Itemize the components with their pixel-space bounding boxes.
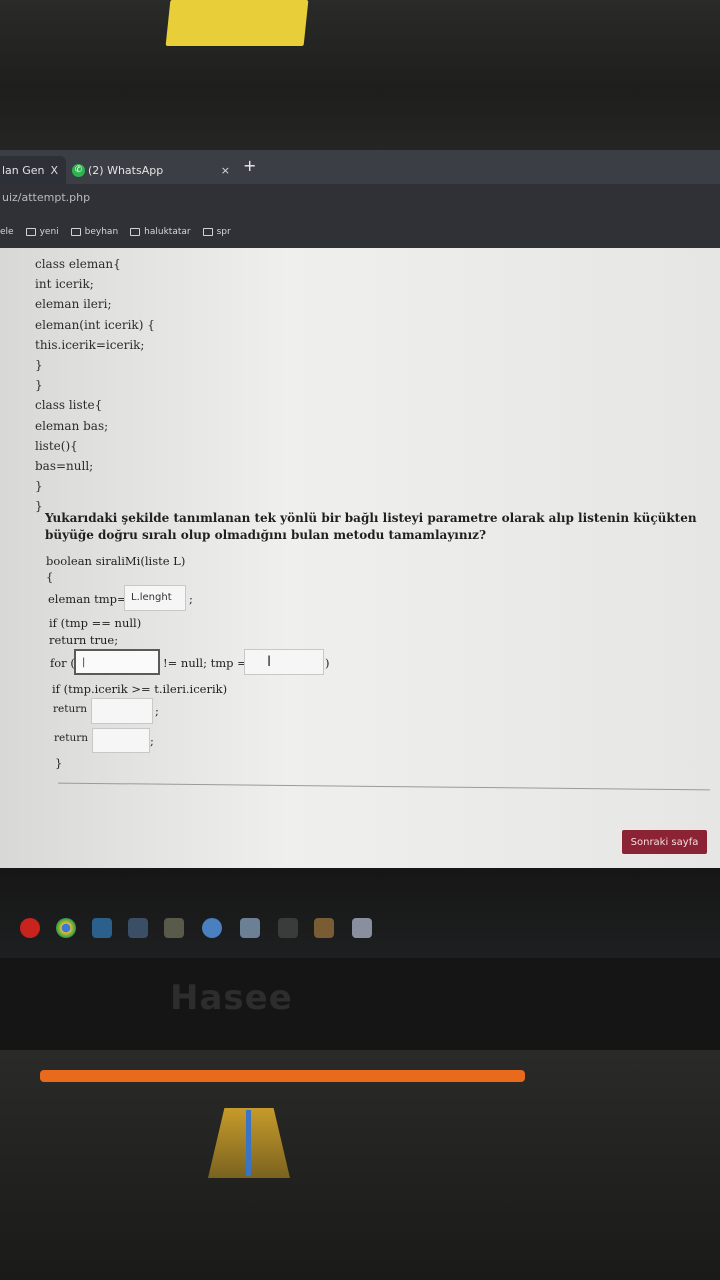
quiz-page: class eleman{ int icerik; eleman ileri; … <box>0 248 720 868</box>
app-icon[interactable] <box>352 918 372 938</box>
code-line: } <box>35 378 43 393</box>
code-line: liste(){ <box>35 438 78 453</box>
laptop-body <box>0 1050 720 1280</box>
for-middle: != null; tmp = <box>163 656 247 670</box>
code-line: this.icerik=icerik; <box>35 337 145 352</box>
tab-whatsapp[interactable]: ✆ (2) WhatsApp × <box>68 156 238 184</box>
bookmark-label: yeni <box>39 227 59 237</box>
laptop-brand-logo: Hasee <box>170 978 293 1018</box>
for-prefix: for ( <box>50 656 75 670</box>
new-tab-button[interactable]: + <box>243 156 256 175</box>
browser-tab-bar: lan Gen X ✆ (2) WhatsApp × + <box>0 150 720 184</box>
blank-3-input[interactable]: I <box>244 649 324 675</box>
code-line: class eleman{ <box>35 257 121 271</box>
app-icon[interactable] <box>202 918 222 938</box>
bookmark-label: beyhan <box>84 227 119 237</box>
close-icon[interactable]: X <box>50 164 58 177</box>
monitor-top-bezel <box>0 0 720 150</box>
bookmark-label: haluktatar <box>144 227 191 237</box>
url-text: uiz/attempt.php <box>2 191 91 204</box>
tab-label: (2) WhatsApp <box>88 163 164 177</box>
yellow-tape <box>165 0 309 46</box>
bookmarks-bar: ele yeni beyhan haluktatar spr <box>0 214 720 250</box>
orange-light-strip <box>40 1070 525 1082</box>
close-brace: } <box>55 756 63 770</box>
blank-5-input[interactable] <box>92 728 150 753</box>
code-line: bas=null; <box>35 459 94 474</box>
semicolon: ; <box>150 734 154 748</box>
return-true-line: return true; <box>49 633 119 647</box>
method-signature: boolean siraliMi(liste L) <box>46 554 186 568</box>
app-icon[interactable] <box>128 918 148 938</box>
folder-icon <box>70 228 81 236</box>
blank-1-input[interactable]: L.lenght <box>124 585 186 611</box>
blank-2-input[interactable]: | <box>74 649 160 675</box>
hinge-light <box>246 1110 251 1176</box>
code-line: eleman bas; <box>35 418 109 433</box>
code-line: class liste{ <box>35 398 103 413</box>
question-text: Yukarıdaki şekilde tanımlanan tek yönlü … <box>45 511 697 542</box>
taskbar <box>0 868 720 958</box>
bookmark-spr[interactable]: spr <box>202 227 231 237</box>
app-icon[interactable] <box>278 918 298 938</box>
tmp-decl-label: eleman tmp= <box>48 592 127 606</box>
address-bar[interactable]: uiz/attempt.php <box>0 184 720 214</box>
app-icon[interactable] <box>240 918 260 938</box>
code-line: int icerik; <box>35 277 94 292</box>
code-line: eleman(int icerik) { <box>35 317 155 332</box>
divider <box>58 782 710 791</box>
steam-icon[interactable] <box>92 918 112 938</box>
folder-icon <box>130 228 141 236</box>
next-page-button[interactable]: Sonraki sayfa <box>622 830 707 854</box>
tab-label: lan Gen <box>2 163 45 177</box>
opera-icon[interactable] <box>20 918 40 938</box>
tab-exam[interactable]: lan Gen X <box>0 156 66 184</box>
open-brace: { <box>46 570 54 584</box>
class-code-block: class eleman{ int icerik; eleman ileri; … <box>35 254 155 517</box>
return-label: return <box>54 732 88 744</box>
folder-icon <box>202 228 213 236</box>
bookmark-label: spr <box>216 227 231 237</box>
if-null-line: if (tmp == null) <box>49 616 142 630</box>
return-label: return <box>53 703 87 715</box>
if-compare-line: if (tmp.icerik >= t.ileri.icerik) <box>52 682 228 696</box>
bookmark-yeni[interactable]: yeni <box>25 227 59 237</box>
app-icon[interactable] <box>164 918 184 938</box>
folder-icon <box>25 228 36 236</box>
semicolon: ; <box>189 592 193 606</box>
code-line: eleman ileri; <box>35 297 112 312</box>
bookmark-ele[interactable]: ele <box>0 227 14 237</box>
app-icon[interactable] <box>314 918 334 938</box>
bookmark-haluktatar[interactable]: haluktatar <box>130 227 191 237</box>
bookmark-beyhan[interactable]: beyhan <box>70 227 119 237</box>
whatsapp-icon: ✆ <box>72 163 85 177</box>
chrome-icon[interactable] <box>56 918 76 938</box>
close-icon[interactable]: × <box>221 164 230 177</box>
for-suffix: ) <box>325 656 330 670</box>
blank-4-input[interactable] <box>91 698 153 724</box>
semicolon: ; <box>155 704 159 718</box>
code-line: } <box>35 358 43 373</box>
bookmark-label: ele <box>0 227 14 237</box>
code-line: } <box>35 479 43 494</box>
